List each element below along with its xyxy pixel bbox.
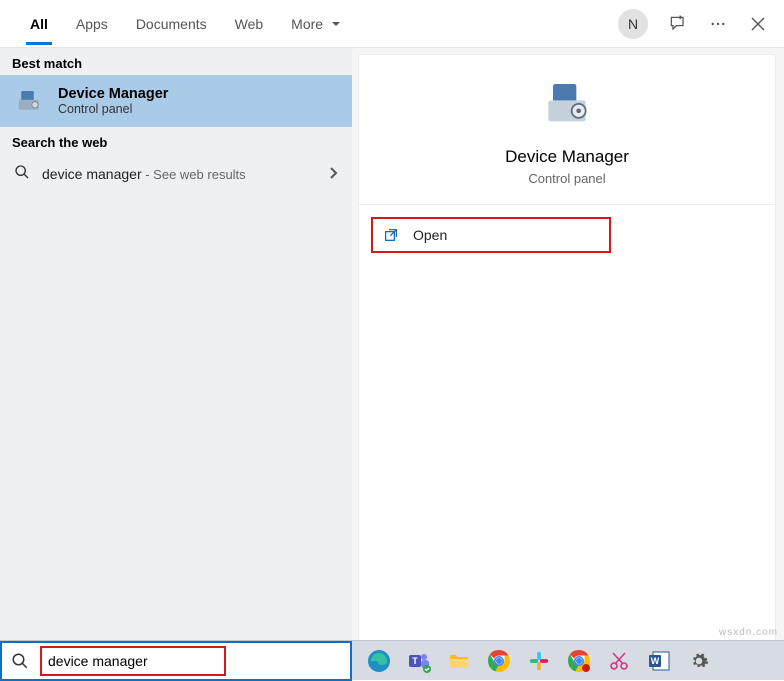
best-match-title: Device Manager (58, 86, 168, 102)
section-search-web: Search the web (0, 127, 352, 154)
taskbar-slack-icon[interactable] (526, 648, 552, 674)
web-result-suffix: - See web results (142, 167, 246, 182)
device-manager-large-icon (539, 77, 595, 133)
search-input[interactable] (48, 653, 218, 669)
search-filter-tabs: All Apps Documents Web More N (0, 0, 784, 48)
svg-text:W: W (651, 656, 660, 666)
section-best-match: Best match (0, 48, 352, 75)
user-avatar[interactable]: N (618, 9, 648, 39)
taskbar-settings-icon[interactable] (686, 648, 712, 674)
tab-web[interactable]: Web (221, 4, 278, 44)
preview-panel: Device Manager Control panel Open (352, 48, 784, 640)
taskbar-search[interactable] (0, 641, 352, 681)
svg-text:T: T (412, 656, 418, 666)
best-match-result[interactable]: Device Manager Control panel (0, 75, 352, 127)
taskbar-edge-icon[interactable] (366, 648, 392, 674)
more-options-icon[interactable] (708, 14, 728, 34)
open-action[interactable]: Open (371, 217, 611, 253)
taskbar-snip-icon[interactable] (606, 648, 632, 674)
search-icon (14, 164, 30, 185)
taskbar: T W (0, 640, 784, 680)
tab-more-label: More (291, 16, 323, 32)
search-icon (2, 652, 38, 670)
tab-documents[interactable]: Documents (122, 4, 221, 44)
taskbar-word-icon[interactable]: W (646, 648, 672, 674)
taskbar-file-explorer-icon[interactable] (446, 648, 472, 674)
preview-title: Device Manager (505, 147, 629, 167)
chevron-down-icon (331, 16, 341, 32)
web-result-query: device manager (42, 166, 142, 182)
close-icon[interactable] (748, 14, 768, 34)
results-panel: Best match Device Manager Control panel … (0, 48, 352, 640)
best-match-subtitle: Control panel (58, 102, 168, 116)
watermark: wsxdn.com (719, 627, 778, 638)
open-action-label: Open (413, 227, 447, 243)
tab-more[interactable]: More (277, 4, 355, 44)
preview-subtitle: Control panel (528, 171, 605, 186)
taskbar-teams-icon[interactable]: T (406, 648, 432, 674)
tab-apps[interactable]: Apps (62, 4, 122, 44)
chevron-right-icon (328, 166, 338, 183)
tab-all[interactable]: All (16, 4, 62, 44)
taskbar-chrome-alt-icon[interactable] (566, 648, 592, 674)
web-result-row[interactable]: device manager - See web results (0, 154, 352, 195)
device-manager-icon (14, 85, 46, 117)
taskbar-chrome-icon[interactable] (486, 648, 512, 674)
open-icon (383, 227, 399, 243)
feedback-icon[interactable] (668, 14, 688, 34)
